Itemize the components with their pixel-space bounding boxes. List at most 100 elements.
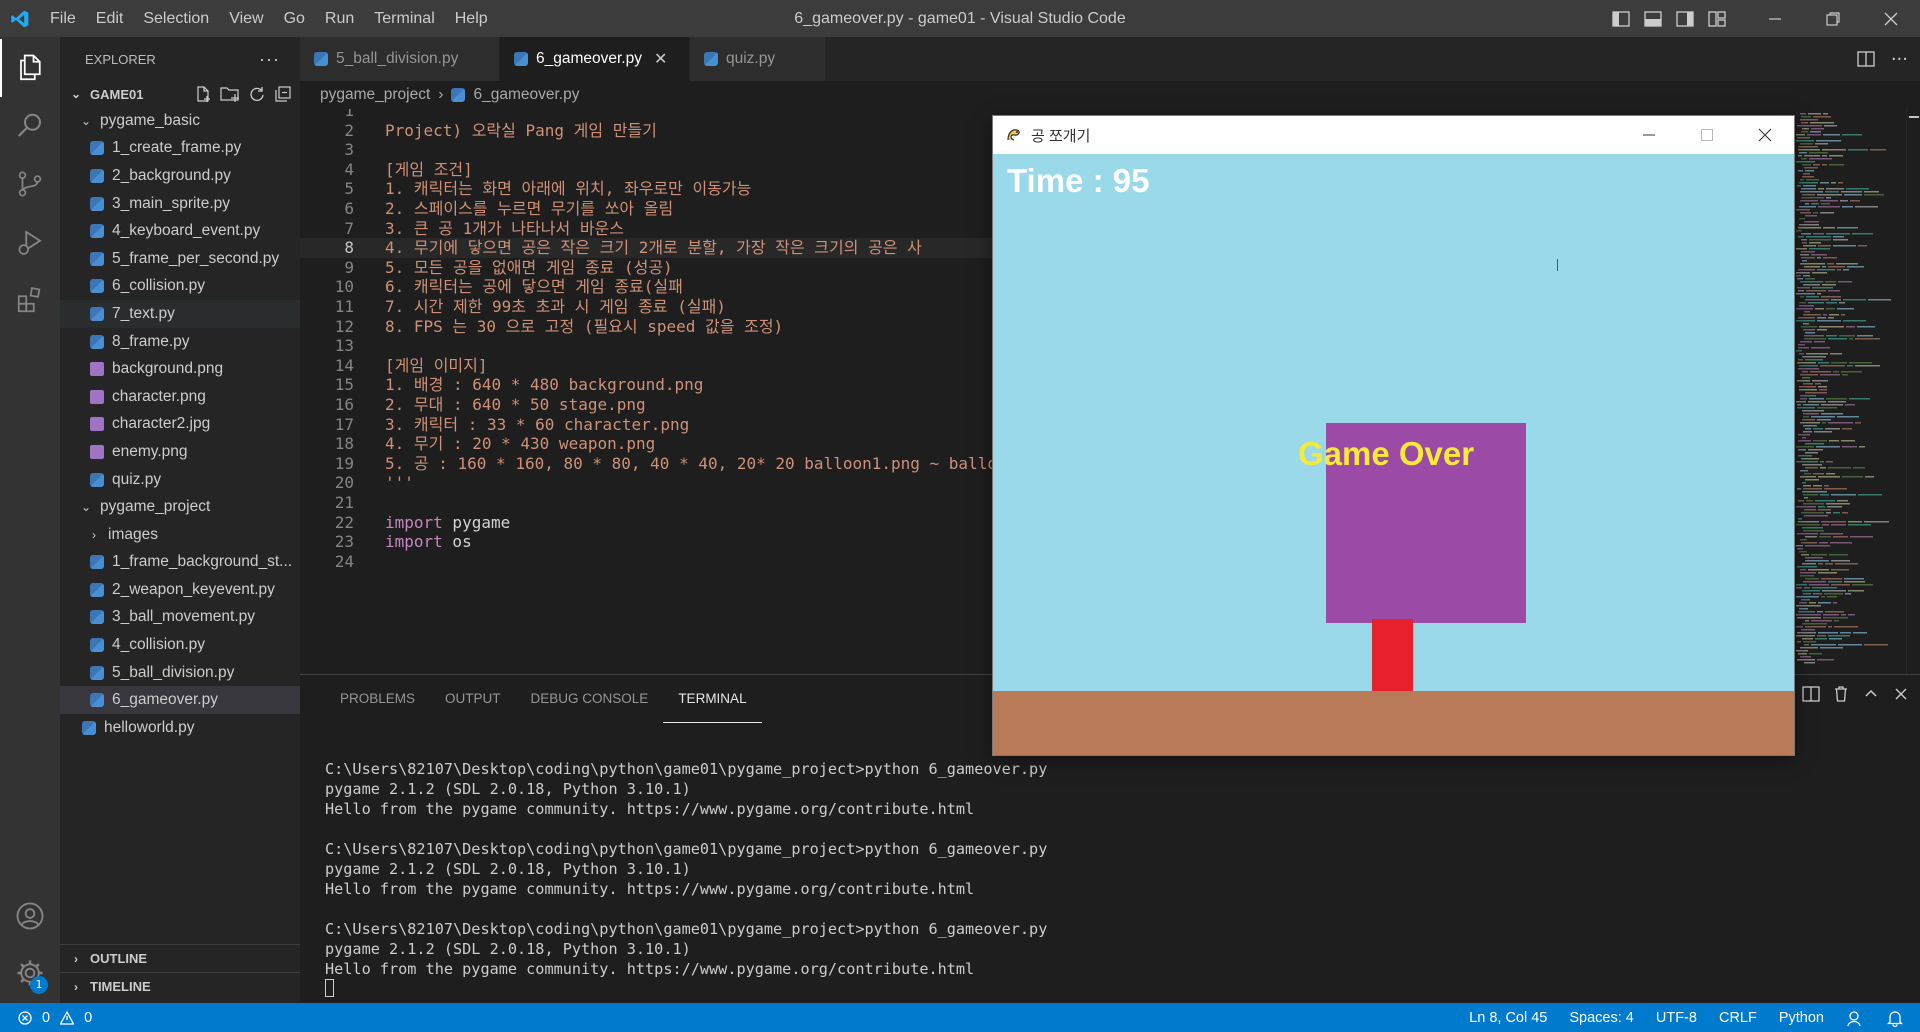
terminal-output[interactable]: C:\Users\82107\Desktop\coding\python\gam…: [325, 759, 1047, 999]
breadcrumb-folder[interactable]: pygame_project: [320, 86, 430, 104]
explorer-icon[interactable]: [0, 39, 60, 97]
extensions-icon[interactable]: [0, 271, 60, 329]
minimap-line: [1817, 659, 1834, 661]
toggle-panel-icon[interactable]: [1640, 6, 1666, 32]
accounts-icon[interactable]: [0, 887, 60, 945]
tree-file[interactable]: character.png: [60, 383, 300, 411]
outline-section[interactable]: › OUTLINE: [60, 944, 300, 972]
notifications-bell-icon[interactable]: [1886, 1009, 1904, 1027]
toggle-secondary-sidebar-icon[interactable]: [1672, 6, 1698, 32]
tree-file[interactable]: background.png: [60, 355, 300, 383]
more-actions-icon[interactable]: ···: [259, 49, 280, 70]
manage-gear-icon[interactable]: 1: [0, 944, 60, 1002]
new-file-icon[interactable]: [194, 85, 212, 103]
trash-icon[interactable]: [1832, 685, 1850, 703]
split-editor-icon[interactable]: [1857, 50, 1875, 68]
tree-file[interactable]: 3_main_sprite.py: [60, 190, 300, 218]
tree-file[interactable]: character2.jpg: [60, 411, 300, 439]
menu-go[interactable]: Go: [274, 0, 315, 37]
menu-file[interactable]: File: [40, 0, 86, 37]
close-icon[interactable]: [1736, 116, 1794, 154]
tab-quiz[interactable]: quiz.py: [690, 37, 826, 81]
tree-file[interactable]: 3_ball_movement.py: [60, 604, 300, 632]
tree-folder[interactable]: ⌄ pygame_basic: [60, 107, 300, 135]
run-debug-icon[interactable]: [0, 213, 60, 271]
menu-run[interactable]: Run: [315, 0, 364, 37]
minimap-line: [1813, 485, 1822, 487]
more-actions-icon[interactable]: ···: [1891, 49, 1908, 70]
panel-tab-problems[interactable]: PROBLEMS: [325, 675, 430, 723]
refresh-icon[interactable]: [248, 85, 266, 103]
close-icon[interactable]: [1862, 0, 1920, 37]
terminal-prompt[interactable]: [325, 979, 1047, 999]
python-file-icon: [451, 88, 466, 102]
tree-file[interactable]: 5_frame_per_second.py: [60, 245, 300, 273]
minimap-line: [1828, 635, 1850, 637]
breadcrumb-file[interactable]: 6_gameover.py: [473, 86, 579, 104]
line-ending[interactable]: CRLF: [1719, 1010, 1757, 1026]
minimap-line: [1801, 197, 1824, 199]
menu-edit[interactable]: Edit: [86, 0, 134, 37]
editor-scrollbar[interactable]: [1906, 109, 1920, 674]
minimap-line: [1822, 524, 1829, 526]
tree-file[interactable]: 4_collision.py: [60, 631, 300, 659]
minimap[interactable]: [1794, 109, 1906, 674]
minimap-line: [1806, 290, 1826, 292]
language-mode[interactable]: Python: [1779, 1010, 1824, 1026]
tree-file[interactable]: 4_keyboard_event.py: [60, 217, 300, 245]
minimize-icon[interactable]: [1746, 0, 1804, 37]
panel-tab-terminal[interactable]: TERMINAL: [663, 675, 762, 723]
tab-5-ball-division[interactable]: 5_ball_division.py: [300, 37, 500, 81]
toggle-primary-sidebar-icon[interactable]: [1608, 6, 1634, 32]
tree-file[interactable]: 2_weapon_keyevent.py: [60, 576, 300, 604]
feedback-icon[interactable]: [1846, 1009, 1864, 1027]
tree-file[interactable]: 6_collision.py: [60, 273, 300, 301]
tab-close-icon[interactable]: ✕: [654, 49, 667, 69]
tree-file[interactable]: helloworld.py: [60, 714, 300, 742]
close-panel-icon[interactable]: [1892, 685, 1910, 703]
search-icon[interactable]: [0, 97, 60, 155]
problems-status[interactable]: 0 0: [0, 1010, 92, 1026]
panel-tab-output[interactable]: OUTPUT: [430, 675, 516, 723]
minimap-line: [1799, 551, 1807, 553]
minimap-line: [1802, 482, 1806, 484]
tree-file[interactable]: 6_gameover.py: [60, 686, 300, 715]
tree-folder[interactable]: ⌄ pygame_project: [60, 493, 300, 521]
tab-6-gameover[interactable]: 6_gameover.py ✕: [500, 37, 690, 81]
tree-file[interactable]: quiz.py: [60, 466, 300, 494]
menu-view[interactable]: View: [219, 0, 273, 37]
chevron-up-icon[interactable]: [1862, 685, 1880, 703]
tree-file[interactable]: 1_create_frame.py: [60, 135, 300, 163]
collapse-all-icon[interactable]: [274, 85, 292, 103]
cursor-position[interactable]: Ln 8, Col 45: [1469, 1010, 1547, 1026]
menu-selection[interactable]: Selection: [133, 0, 219, 37]
game-canvas[interactable]: Time : 95 Game Over: [993, 154, 1794, 755]
menu-help[interactable]: Help: [445, 0, 498, 37]
line-number: 21: [334, 493, 354, 512]
tree-file[interactable]: 2_background.py: [60, 162, 300, 190]
restore-icon[interactable]: [1804, 0, 1862, 37]
split-terminal-icon[interactable]: [1802, 685, 1820, 703]
tree-file[interactable]: 8_frame.py: [60, 328, 300, 356]
customize-layout-icon[interactable]: [1704, 6, 1730, 32]
new-folder-icon[interactable]: [220, 85, 240, 103]
workspace-root[interactable]: ⌄ GAME01: [60, 81, 300, 107]
minimap-line: [1802, 563, 1816, 565]
pygame-window[interactable]: 공 쪼개기 Time : 95 Game Over: [993, 116, 1794, 755]
tree-file[interactable]: 7_text.py: [60, 300, 300, 328]
timeline-section[interactable]: › TIMELINE: [60, 972, 300, 1000]
tree-file[interactable]: 1_frame_background_st...: [60, 549, 300, 577]
tree-file[interactable]: enemy.png: [60, 438, 300, 466]
encoding[interactable]: UTF-8: [1656, 1010, 1697, 1026]
minimap-line: [1800, 476, 1816, 478]
indentation[interactable]: Spaces: 4: [1569, 1010, 1634, 1026]
minimap-line: [1800, 341, 1812, 343]
minimize-icon[interactable]: [1620, 116, 1678, 154]
panel-tab-debug-console[interactable]: DEBUG CONSOLE: [516, 675, 664, 723]
maximize-icon[interactable]: [1678, 116, 1736, 154]
menu-terminal[interactable]: Terminal: [364, 0, 444, 37]
tree-folder[interactable]: › images: [60, 521, 300, 549]
source-control-icon[interactable]: [0, 155, 60, 213]
minimap-line: [1797, 488, 1801, 490]
tree-file[interactable]: 5_ball_division.py: [60, 659, 300, 687]
